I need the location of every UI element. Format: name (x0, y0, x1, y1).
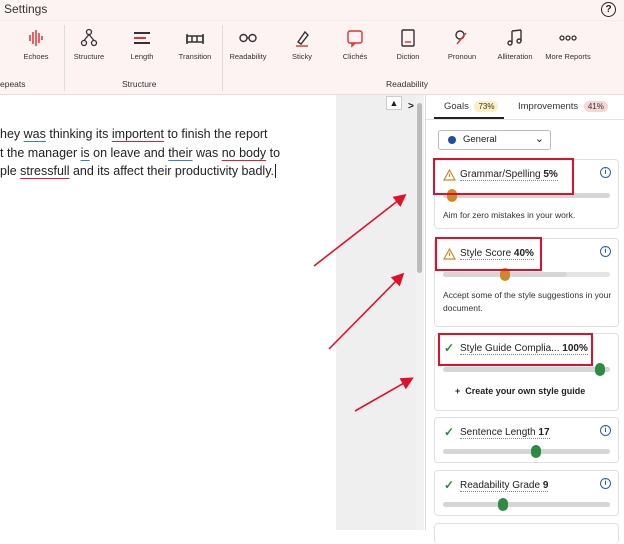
annotation-arrows (313, 194, 414, 412)
annotation-arrow (328, 272, 405, 350)
annotation-arrow (313, 194, 407, 267)
annotation-arrow (354, 377, 414, 412)
